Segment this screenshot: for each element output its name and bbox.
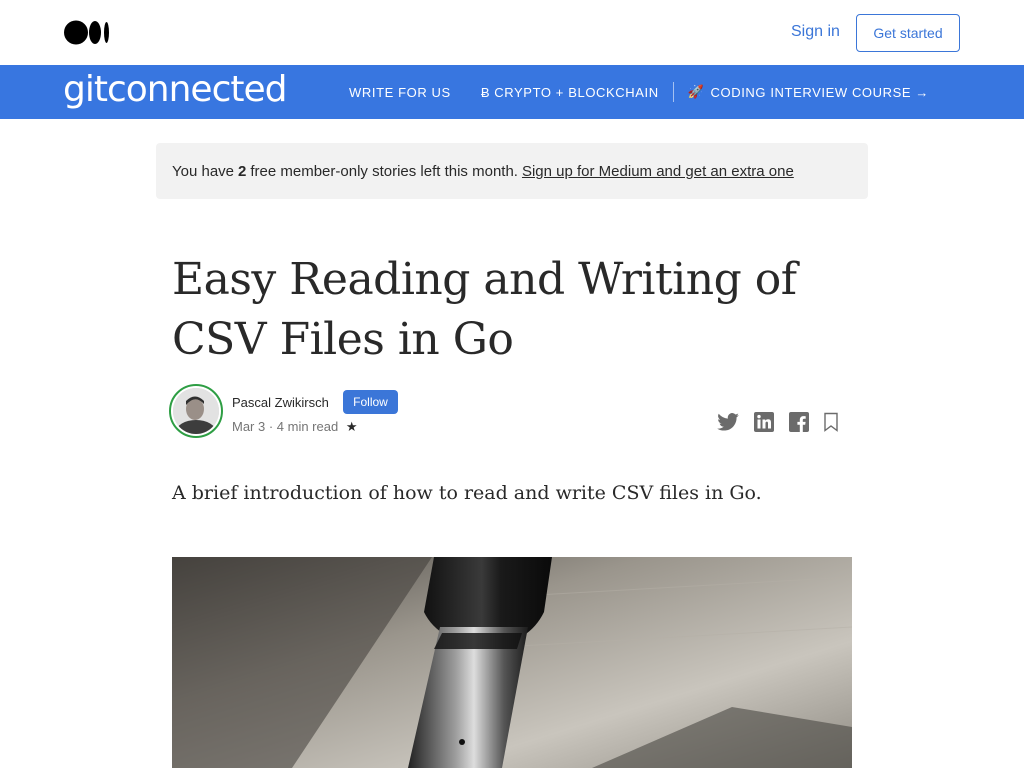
sign-in-link[interactable]: Sign in xyxy=(791,23,840,41)
facebook-icon[interactable] xyxy=(787,410,811,434)
publication-header: gitconnected WRITE FOR US Ƀ CRYPTO + BLO… xyxy=(0,65,1024,119)
nav-divider xyxy=(672,82,674,102)
linkedin-icon[interactable] xyxy=(752,410,776,434)
rocket-icon: 🚀 xyxy=(687,84,705,99)
member-star-icon: ★ xyxy=(345,419,358,434)
nav-write-for-us[interactable]: WRITE FOR US xyxy=(349,85,451,100)
publication-logo[interactable]: gitconnected xyxy=(63,69,287,110)
medium-logo-icon[interactable] xyxy=(64,20,110,45)
bookmark-icon[interactable] xyxy=(819,410,843,434)
follow-button[interactable]: Follow xyxy=(343,390,398,414)
banner-signup-link[interactable]: Sign up for Medium and get an extra one xyxy=(522,163,794,180)
banner-prefix: You have xyxy=(172,162,235,180)
nav-crypto-blockchain[interactable]: Ƀ CRYPTO + BLOCKCHAIN xyxy=(481,85,659,100)
article-subtitle: A brief introduction of how to read and … xyxy=(172,482,762,504)
banner-suffix: free member-only stories left this month… xyxy=(250,162,518,180)
nav-coding-interview-course[interactable]: 🚀 CODING INTERVIEW COURSE → xyxy=(688,84,929,100)
twitter-icon[interactable] xyxy=(716,410,740,434)
article-title: Easy Reading and Writing of CSV Files in… xyxy=(172,254,797,365)
publication-nav: WRITE FOR US Ƀ CRYPTO + BLOCKCHAIN 🚀 COD… xyxy=(349,65,929,119)
banner-count: 2 xyxy=(238,162,247,180)
hero-image xyxy=(172,557,852,768)
nav-coding-interview-label: CODING INTERVIEW COURSE → xyxy=(710,84,929,100)
top-bar: Sign in Get started xyxy=(0,0,1024,65)
fountain-pen-photo xyxy=(172,557,852,768)
author-name[interactable]: Pascal Zwikirsch xyxy=(232,395,329,410)
get-started-button[interactable]: Get started xyxy=(856,14,960,52)
article-meta: Mar 3 · 4 min read ★ xyxy=(232,419,357,435)
member-stories-banner: You have 2 free member-only stories left… xyxy=(156,143,868,199)
avatar[interactable] xyxy=(173,388,219,434)
publish-date-readtime: Mar 3 · 4 min read xyxy=(232,419,339,434)
author-photo xyxy=(173,388,219,434)
